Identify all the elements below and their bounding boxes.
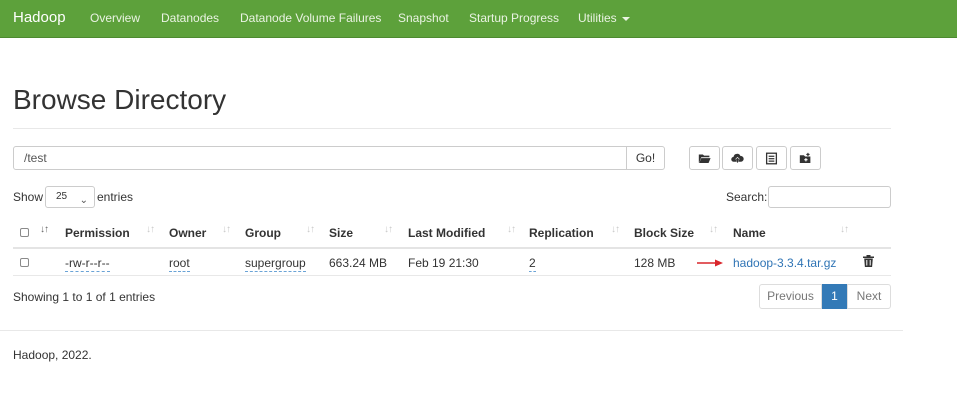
top-navbar: Hadoop Overview Datanodes Datanode Volum… [0,0,957,38]
file-permission[interactable]: -rw-r--r-- [65,256,110,272]
column-header-block-size[interactable]: Block Size [634,226,694,240]
column-header-owner[interactable]: Owner [169,226,206,240]
row-select-checkbox[interactable] [20,258,29,267]
table-info: Showing 1 to 1 of 1 entries [13,290,156,304]
nav-datanodes[interactable]: Datanodes [161,11,219,25]
next-page-button[interactable]: Next [847,284,891,309]
open-folder-button[interactable] [689,146,720,170]
column-header-last-modified[interactable]: Last Modified [408,226,485,240]
search-input[interactable] [768,186,891,208]
file-group[interactable]: supergroup [245,256,306,272]
footer-text: Hadoop, 2022. [13,348,92,362]
column-header-permission[interactable]: Permission [65,226,130,240]
column-header-size[interactable]: Size [329,226,353,240]
nav-utilities-label: Utilities [578,11,617,25]
file-replication[interactable]: 2 [529,256,536,272]
entries-length-select[interactable]: 25 ⌄ [45,186,95,208]
nav-utilities-dropdown[interactable]: Utilities [578,11,630,25]
directory-path-input[interactable]: /test [13,146,627,170]
nav-snapshot[interactable]: Snapshot [398,11,449,25]
table-row-divider [13,275,891,276]
sort-icon[interactable]: ↓↑ [507,224,516,235]
sort-icon[interactable]: ↓↑ [146,224,155,235]
create-folder-icon [799,152,811,163]
show-label: Show [13,190,44,204]
file-owner[interactable]: root [169,256,190,272]
search-label: Search: [726,190,768,204]
sort-icon[interactable]: ↓↑ [222,224,231,235]
previous-page-button[interactable]: Previous [759,284,822,309]
trash-icon[interactable] [863,255,874,267]
column-header-name[interactable]: Name [733,226,766,240]
red-arrow-icon [697,259,723,267]
footer-divider [0,330,903,331]
file-size: 663.24 MB [329,256,388,270]
file-block-size: 128 MB [634,256,676,270]
select-all-checkbox[interactable] [20,228,29,237]
file-name-link[interactable]: hadoop-3.3.4.tar.gz [733,256,836,270]
page-title: Browse Directory [13,84,227,115]
page-1-button[interactable]: 1 [822,284,847,309]
sort-icon[interactable]: ↓↑ [384,224,393,235]
brand-link[interactable]: Hadoop [13,9,66,26]
title-divider [13,128,891,129]
nav-startup-progress[interactable]: Startup Progress [469,11,559,25]
entries-label: entries [97,190,134,204]
list-icon [765,152,778,164]
table-header-divider [13,247,891,249]
sort-ascending-icon[interactable]: ↓↑ [40,224,49,235]
entries-length-value: 25 [56,191,68,202]
nav-datanode-volume-failures[interactable]: Datanode Volume Failures [240,11,381,25]
folder-open-icon [698,153,711,163]
file-last-modified: Feb 19 21:30 [408,256,479,270]
upload-button[interactable] [722,146,753,170]
sort-icon[interactable]: ↓↑ [611,224,620,235]
column-header-replication[interactable]: Replication [529,226,594,240]
sort-icon[interactable]: ↓↑ [709,224,718,235]
caret-down-icon [621,16,630,21]
chevron-down-icon: ⌄ [79,195,88,206]
nav-overview[interactable]: Overview [90,11,140,25]
go-button[interactable]: Go! [626,146,665,170]
sort-icon[interactable]: ↓↑ [306,224,315,235]
list-view-button[interactable] [756,146,787,170]
create-directory-button[interactable] [790,146,821,170]
sort-icon[interactable]: ↓↑ [840,224,849,235]
column-header-group[interactable]: Group [245,226,281,240]
upload-icon [731,153,744,163]
